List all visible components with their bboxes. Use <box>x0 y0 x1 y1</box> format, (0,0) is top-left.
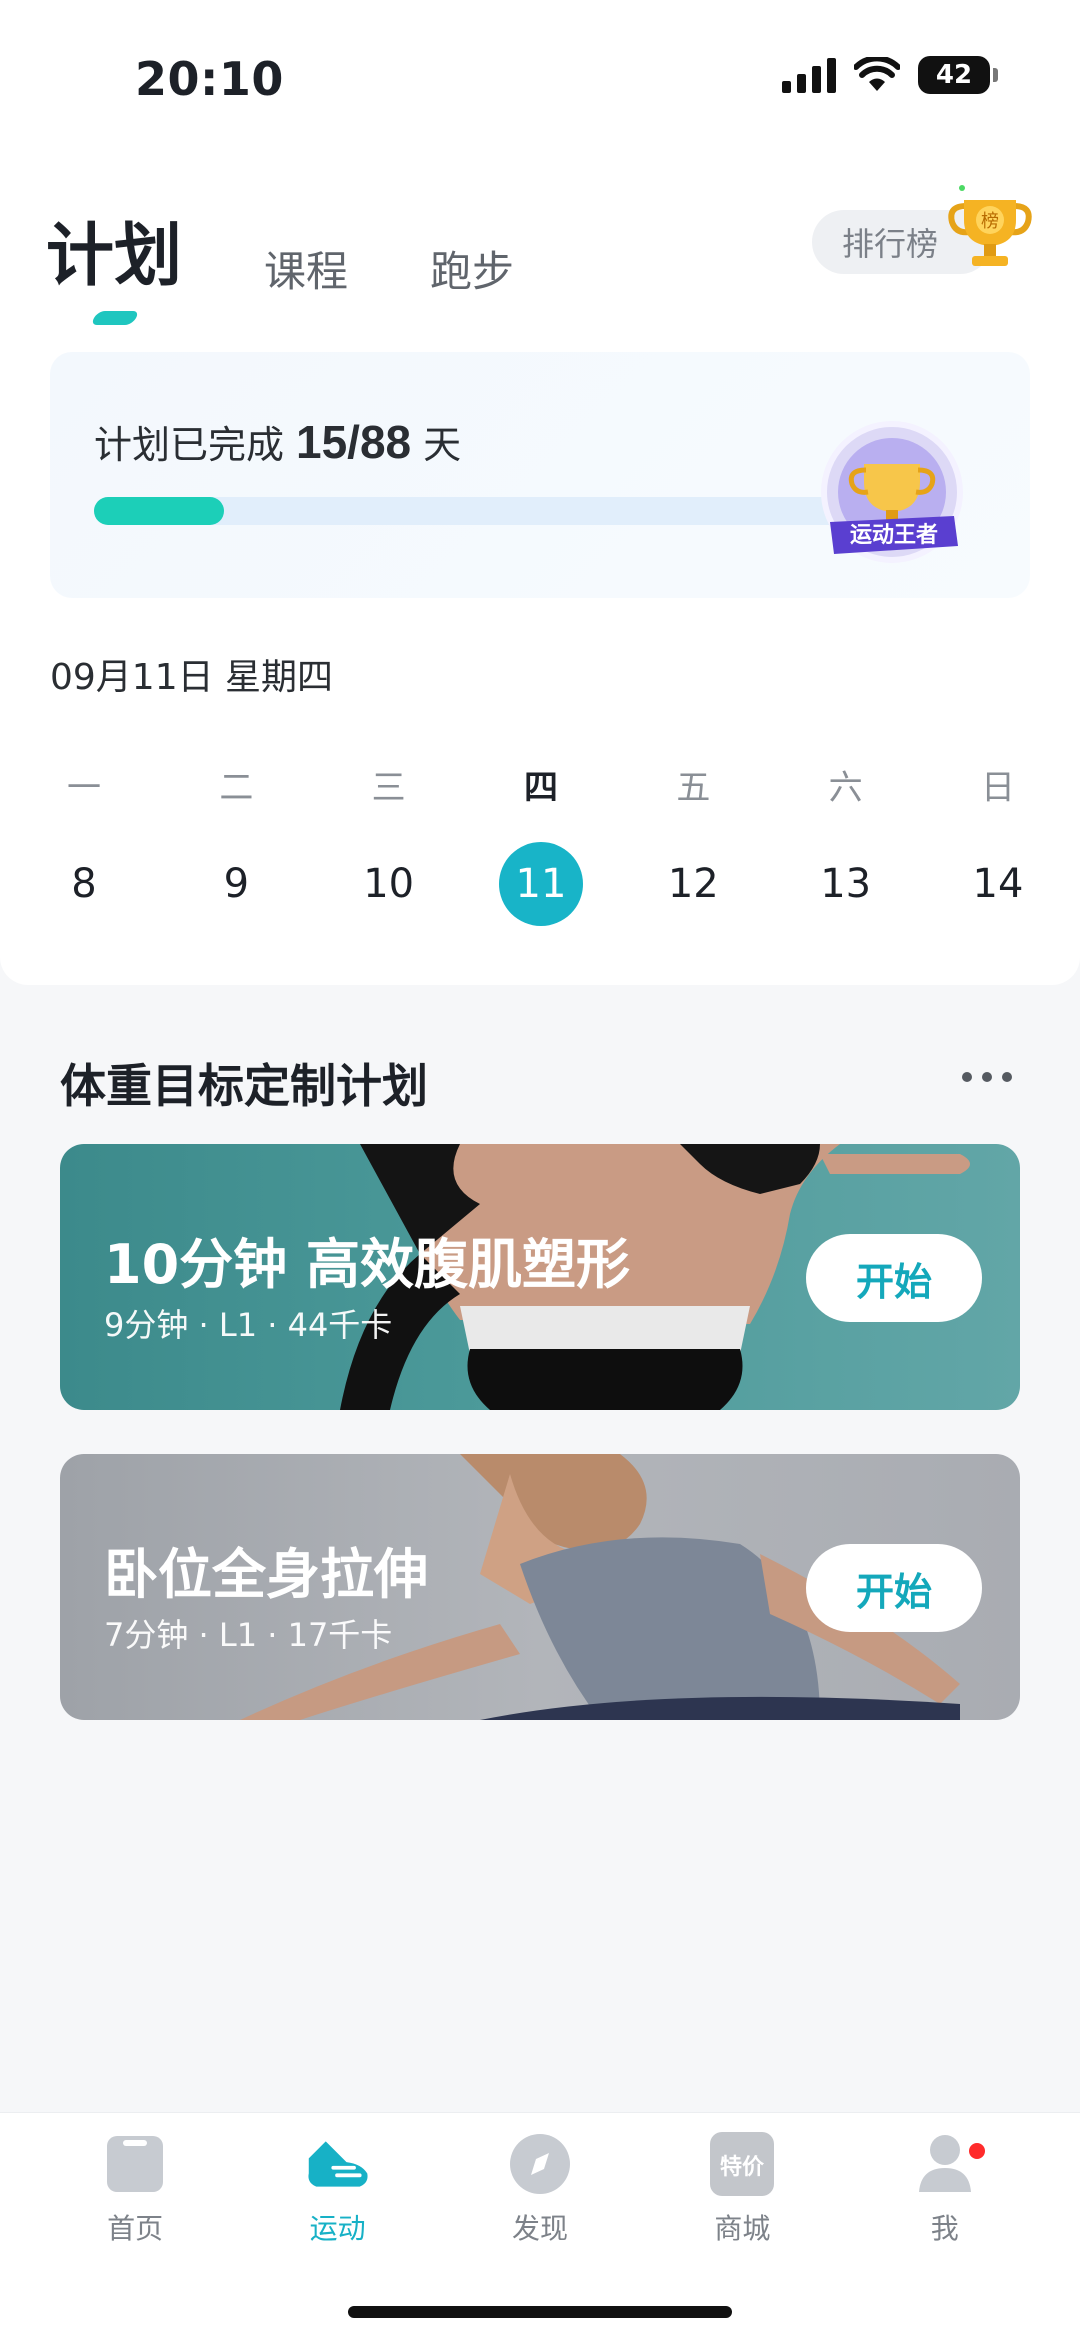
workout-title: 卧位全身拉伸 <box>104 1543 428 1606</box>
cellular-signal-icon <box>782 57 836 93</box>
sale-tag-icon: 特价 <box>709 2131 775 2197</box>
progress-suffix: 天 <box>423 423 462 467</box>
status-time: 20:10 <box>135 52 284 106</box>
date-number[interactable]: 8 <box>42 842 126 926</box>
calendar-day[interactable]: 一8 <box>34 760 134 926</box>
tab-courses[interactable]: 课程 <box>264 238 348 299</box>
compass-icon <box>507 2131 573 2197</box>
nav-label: 我 <box>930 2212 959 2245</box>
date-number[interactable]: 9 <box>194 842 278 926</box>
nav-item-home[interactable]: 首页 <box>55 2131 215 2247</box>
progress-prefix: 计划已完成 <box>94 423 285 467</box>
date-number[interactable]: 10 <box>347 842 431 926</box>
weekday-label: 五 <box>676 768 711 808</box>
trophy-icon[interactable]: 榜 <box>940 180 1040 280</box>
nav-item-me[interactable]: 我 <box>865 2131 1025 2247</box>
screen: 20:10 42 计划 课程 跑步 排行榜 榜 计划已完成 15/88 天 运动… <box>0 0 1080 2341</box>
start-button[interactable]: 开始 <box>806 1234 982 1322</box>
ranking-label: 排行榜 <box>842 225 939 263</box>
workout-title: 10分钟 高效腹肌塑形 <box>104 1233 630 1296</box>
nav-item-discover[interactable]: 发现 <box>460 2131 620 2247</box>
calendar-day[interactable]: 二9 <box>186 760 286 926</box>
progress-bar <box>94 497 854 525</box>
top-panel: 20:10 42 计划 课程 跑步 排行榜 榜 计划已完成 15/88 天 运动… <box>0 0 1080 985</box>
week-calendar: 一 8 二 9 三 10 四 11 五 12 六 13 日 14 <box>34 760 1048 926</box>
workout-meta: 7分钟 · L1 · 17千卡 <box>104 1616 393 1654</box>
current-date: 09月11日 星期四 <box>50 657 334 698</box>
calendar-day[interactable]: 五 12 <box>643 760 743 926</box>
tab-running[interactable]: 跑步 <box>430 238 514 299</box>
badge-text: 运动王者 <box>850 523 938 548</box>
date-number[interactable]: 12 <box>651 842 735 926</box>
nav-item-sport[interactable]: 运动 <box>258 2131 418 2247</box>
sneaker-icon <box>305 2131 371 2197</box>
profile-icon <box>912 2131 978 2197</box>
calendar-day[interactable]: 三 10 <box>339 760 439 926</box>
weekday-label: 四 <box>523 768 558 808</box>
section-title: 体重目标定制计划 <box>60 1059 428 1113</box>
progress-text: 计划已完成 15/88 天 <box>94 414 461 469</box>
nav-label: 运动 <box>309 2212 366 2245</box>
workout-card[interactable]: 卧位全身拉伸 7分钟 · L1 · 17千卡 开始 <box>60 1454 1020 1720</box>
selected-date[interactable]: 11 <box>498 842 583 926</box>
nav-item-mall[interactable]: 特价 商城 <box>662 2131 822 2247</box>
date-number[interactable]: 14 <box>956 842 1040 926</box>
notification-dot <box>968 2143 985 2159</box>
calendar-day[interactable]: 四 11 <box>491 760 591 926</box>
battery-icon: 42 <box>918 56 998 94</box>
tab-label: 计划 <box>46 217 183 296</box>
sport-king-badge[interactable]: 运动王者 <box>812 418 972 578</box>
home-indicator <box>348 2306 732 2318</box>
workout-card[interactable]: 10分钟 高效腹肌塑形 9分钟 · L1 · 44千卡 开始 <box>60 1144 1020 1410</box>
top-tabs: 计划 课程 跑步 <box>46 200 514 325</box>
nav-label: 商城 <box>714 2212 771 2245</box>
start-button[interactable]: 开始 <box>806 1544 982 1632</box>
trophy-text: 榜 <box>981 211 999 232</box>
sale-tag-text: 特价 <box>720 2154 765 2180</box>
plan-progress-card[interactable]: 计划已完成 15/88 天 运动王者 <box>50 352 1030 598</box>
progress-bar-fill <box>94 497 224 525</box>
nav-label: 发现 <box>511 2212 568 2245</box>
date-number[interactable]: 13 <box>804 842 888 926</box>
tab-plan[interactable]: 计划 <box>46 200 183 325</box>
weekday-label: 一 <box>67 768 101 808</box>
status-icons: 42 <box>782 56 998 94</box>
workout-meta: 9分钟 · L1 · 44千卡 <box>104 1306 393 1344</box>
weekday-label: 日 <box>980 768 1015 808</box>
progress-value: 15/88 <box>296 416 412 468</box>
nav-label: 首页 <box>107 2212 164 2245</box>
weekday-label: 二 <box>219 768 254 808</box>
active-tab-indicator <box>89 311 141 325</box>
weekday-label: 六 <box>828 768 863 808</box>
calendar-day[interactable]: 六 13 <box>796 760 896 926</box>
home-icon <box>102 2131 168 2197</box>
wifi-icon <box>854 57 900 91</box>
more-options-icon[interactable] <box>962 1072 1012 1082</box>
weekday-label: 三 <box>371 768 406 808</box>
calendar-day[interactable]: 日 14 <box>948 760 1048 926</box>
